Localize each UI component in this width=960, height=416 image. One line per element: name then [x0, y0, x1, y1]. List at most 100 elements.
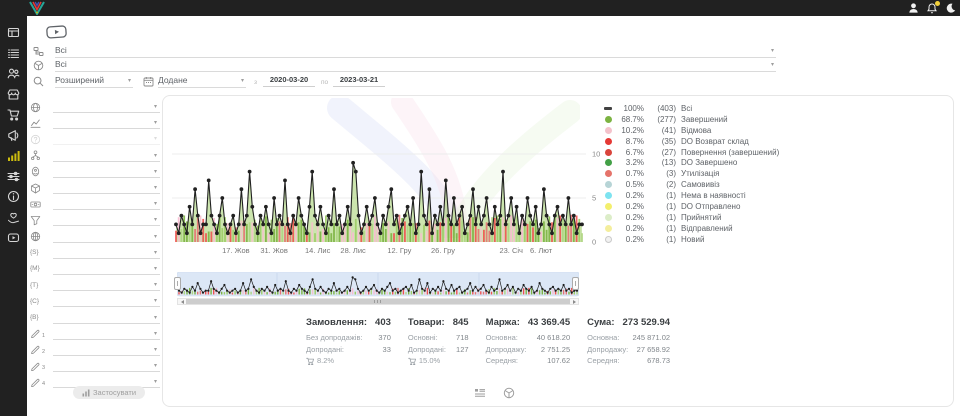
filter-select-status[interactable]: Всі ▾ [55, 45, 776, 58]
minimap-right-handle[interactable] [572, 277, 579, 290]
video-screen-icon[interactable] [46, 25, 67, 39]
stat-subrow: Основна:245 871.02 [587, 332, 670, 344]
sidebar [0, 16, 27, 416]
stat-upsell-value: 15.0% [419, 355, 440, 367]
filter-param-select[interactable]: ▾ [53, 263, 160, 275]
legend-item[interactable]: 10.2%(41)Відмова [604, 125, 784, 136]
filter-param-select[interactable]: ▾ [53, 166, 160, 178]
stat-label: Замовлення: [306, 317, 367, 328]
minimap-left-handle[interactable] [174, 277, 181, 290]
filter-select-category[interactable]: Всі ▾ [55, 59, 776, 72]
care-icon[interactable] [7, 211, 20, 224]
legend-item[interactable]: 6.7%(27)Повернення (завершений) [604, 147, 784, 158]
filter-param-select[interactable]: ▾ [53, 279, 160, 291]
search-mode-select[interactable]: Розширений ▾ [55, 75, 133, 88]
megaphone-icon[interactable] [7, 129, 20, 142]
dot-swatch [605, 203, 612, 210]
chevron-down-icon: ▾ [154, 200, 157, 207]
filter-param-select[interactable]: ▾ [53, 328, 160, 340]
chart-minimap[interactable] [177, 272, 579, 297]
filter-param-select[interactable]: ▾ [53, 247, 160, 259]
legend-label: Завершений [681, 115, 728, 124]
info-icon[interactable] [7, 190, 20, 203]
stat-subrow: Допродажу:2 751.25 [486, 344, 571, 356]
store-icon[interactable] [7, 88, 20, 101]
legend-item[interactable]: 0.7%(3)Утилізація [604, 168, 784, 179]
panel-icon[interactable] [7, 26, 20, 39]
filter-param-select[interactable]: ▾ [53, 360, 160, 372]
summary-stats: Замовлення:403Без допродажів:370Допродан… [306, 317, 670, 367]
stat-subrow-value: 107.62 [547, 355, 570, 367]
filter-param-select[interactable]: ▾ [53, 214, 160, 226]
legend-percent: 0.2% [616, 224, 644, 233]
scrollbar-thumb[interactable] [186, 299, 570, 304]
apply-button[interactable]: Застосувати [73, 386, 145, 399]
legend-item[interactable]: 0.5%(2)Самовивіз [604, 179, 784, 190]
filter-param-row: {T}▾ [30, 277, 160, 293]
scroll-right-arrow-icon[interactable] [570, 299, 578, 304]
svg-text:26. Гру: 26. Гру [431, 246, 455, 255]
legend-item[interactable]: 68.7%(277)Завершений [604, 114, 784, 125]
filter-param-select[interactable]: ▾ [53, 231, 160, 243]
stat-header: Маржа:43 369.45 [486, 317, 571, 328]
legend-item[interactable]: 0.2%(1)DO Отправлено [604, 201, 784, 212]
legend-item[interactable]: 0.2%(1)Новий [604, 234, 784, 245]
filter-param-select[interactable]: ▾ [53, 133, 160, 145]
legend-percent: 10.2% [616, 126, 644, 135]
chevron-down-icon: ▾ [154, 297, 157, 304]
date-to-input[interactable]: 2023-03-21 [333, 75, 385, 87]
filter-param-select[interactable]: ▾ [53, 117, 160, 129]
legend-item[interactable]: 0.2%(1)Прийнятий [604, 212, 784, 223]
list-icon[interactable] [7, 47, 20, 60]
stat-label: Товари: [408, 317, 445, 328]
stat-subrow: Допродажу:27 658.92 [587, 344, 670, 356]
stat-value: 273 529.94 [623, 317, 671, 328]
date-to-label: по [321, 79, 328, 86]
stat-header: Замовлення:403 [306, 317, 391, 328]
orders-chart[interactable]: 051017. Жов31. Жов14. Лис28. Лис12. Гру2… [170, 96, 606, 258]
sliders-icon[interactable] [7, 170, 20, 183]
legend-item[interactable]: 0.2%(1)Нема в наявності [604, 190, 784, 201]
date-from-input[interactable]: 2020-03-20 [263, 75, 315, 87]
filter-param-select[interactable]: ▾ [53, 182, 160, 194]
dot-swatch [605, 138, 612, 145]
bell-icon[interactable] [927, 3, 937, 14]
legend-item[interactable]: 100%(403)Всі [604, 103, 784, 114]
filter-param-select[interactable]: ▾ [53, 198, 160, 210]
dot-swatch [605, 149, 612, 156]
legend-item[interactable]: 8.7%(35)DO Возврат склад [604, 136, 784, 147]
id-badge-icon [30, 166, 45, 177]
chevron-down-icon: ▾ [154, 152, 157, 159]
filter-param-select[interactable]: ▾ [53, 295, 160, 307]
pencil-icon: 2 [30, 344, 45, 355]
date-field-select[interactable]: Додане ▾ [158, 75, 246, 88]
sphere-view-icon[interactable] [503, 387, 515, 399]
legend-count: (27) [646, 148, 676, 157]
date-field-value: Додане [158, 75, 188, 85]
scroll-left-arrow-icon[interactable] [178, 299, 186, 304]
filter-select-category-value: Всі [55, 59, 67, 69]
filter-param-select[interactable]: ▾ [53, 150, 160, 162]
filter-param-select[interactable]: ▾ [53, 101, 160, 113]
legend-count: (1) [646, 224, 676, 233]
cart-icon[interactable] [7, 108, 20, 121]
video-icon[interactable] [7, 231, 20, 244]
list-view-icon[interactable] [474, 387, 486, 399]
chevron-down-icon: ▾ [154, 168, 157, 175]
users-icon[interactable] [7, 67, 20, 80]
legend-dot-swatch [604, 214, 612, 221]
theme-moon-icon[interactable] [946, 3, 956, 13]
dot-swatch [605, 159, 612, 166]
legend-dot-swatch [604, 225, 612, 232]
brand-v-logo-icon[interactable] [29, 1, 45, 15]
chart-icon[interactable] [7, 149, 20, 162]
filter-param-select[interactable]: ▾ [53, 312, 160, 324]
filter-param-select[interactable]: ▾ [53, 344, 160, 356]
legend-label: DO Отправлено [681, 202, 740, 211]
legend-item[interactable]: 0.2%(1)Відправлений [604, 223, 784, 234]
user-icon[interactable] [909, 3, 918, 13]
chart-scrollbar[interactable] [177, 298, 579, 305]
legend-item[interactable]: 3.2%(13)DO Завершено [604, 157, 784, 168]
legend-count: (1) [646, 191, 676, 200]
stat-column: Маржа:43 369.45Основна:40 618.20Допродаж… [486, 317, 571, 367]
